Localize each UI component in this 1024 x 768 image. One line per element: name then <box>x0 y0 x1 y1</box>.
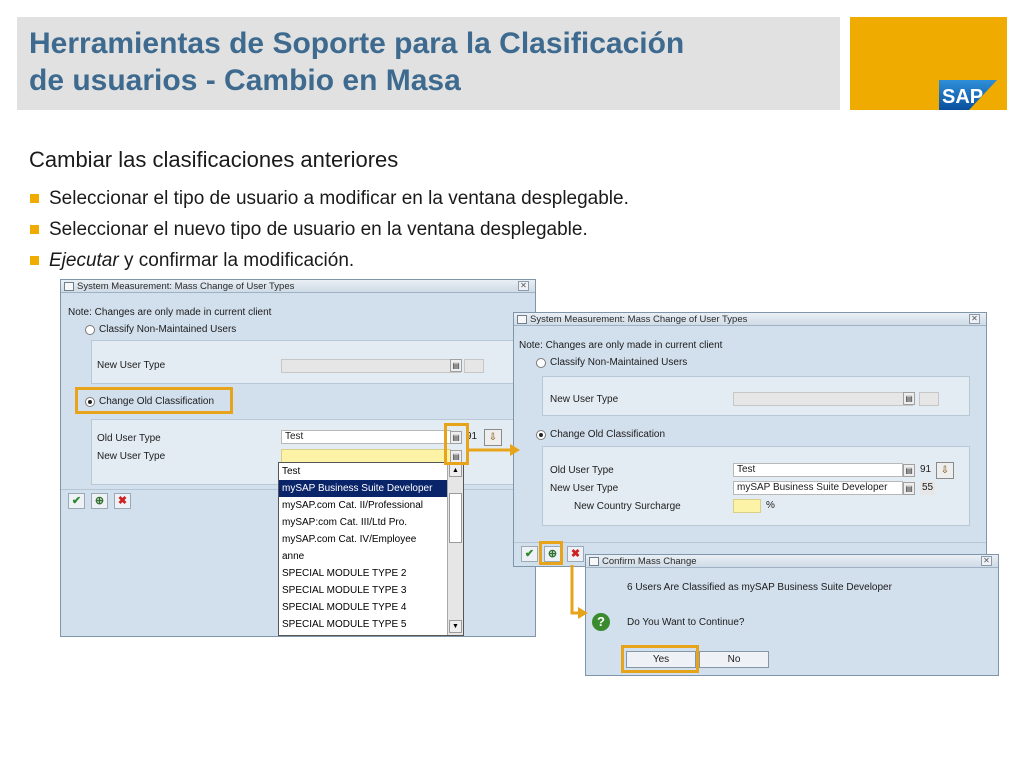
user-type-dropdown[interactable]: Test mySAP Business Suite Developer mySAP.… <box>278 462 464 636</box>
picker-icon[interactable]: ⇩ <box>936 462 954 479</box>
window-icon <box>64 282 74 291</box>
close-icon[interactable]: ✕ <box>518 281 529 291</box>
page-title-line-1: Herramientas de Soporte para la Clasific… <box>29 27 685 60</box>
confirm-message: 6 Users Are Classified as mySAP Business… <box>627 582 892 593</box>
non-maintained-group: New User Type ▤ <box>91 340 531 384</box>
close-icon[interactable]: ✕ <box>981 556 992 566</box>
title-banner: Herramientas de Soporte para la Clasific… <box>17 17 840 110</box>
radio-label: Change Old Classification <box>99 396 215 407</box>
f4-help-icon[interactable]: ▤ <box>903 482 915 495</box>
new-user-type-label: New User Type <box>97 360 166 371</box>
f4-help-icon[interactable]: ▤ <box>450 431 462 444</box>
picker-icon[interactable]: ⇩ <box>484 429 502 446</box>
change-old-group: Old User Type Test ▤ 91 ⇩ New User Type … <box>542 446 970 526</box>
ok-icon[interactable]: ✔ <box>521 546 538 562</box>
new-user-type-input[interactable]: mySAP Business Suite Developer <box>733 481 903 495</box>
intro-heading: Cambiar las clasificaciones anteriores <box>29 147 399 172</box>
bullet-item: Seleccionar el tipo de usuario a modific… <box>29 183 629 214</box>
country-surcharge-label: New Country Surcharge <box>574 501 681 512</box>
radio-classify-non-maintained[interactable]: Classify Non-Maintained Users <box>536 357 687 368</box>
scroll-up-icon[interactable]: ▲ <box>449 464 462 477</box>
close-icon[interactable]: ✕ <box>969 314 980 324</box>
scroll-down-icon[interactable]: ▼ <box>449 620 462 633</box>
sap-logo-text: SAP <box>942 86 983 108</box>
window-icon <box>517 315 527 324</box>
f4-help-icon[interactable]: ▤ <box>903 464 915 477</box>
new-user-type-label: New User Type <box>550 394 619 405</box>
window-title: System Measurement: Mass Change of User … <box>530 314 748 325</box>
confirm-question: Do You Want to Continue? <box>627 617 745 628</box>
radio-button[interactable] <box>536 357 546 368</box>
old-user-type-input[interactable]: Test <box>281 430 451 444</box>
cancel-icon[interactable]: ✖ <box>114 493 131 509</box>
yes-button[interactable]: Yes <box>626 651 696 668</box>
radio-button-checked[interactable] <box>85 396 95 407</box>
page-title: Herramientas de Soporte para la Clasific… <box>29 25 829 99</box>
mass-change-window-right: System Measurement: Mass Change of User … <box>513 312 987 567</box>
sap-brand-bar: SAP <box>850 17 1007 110</box>
ok-icon[interactable]: ✔ <box>68 493 85 509</box>
old-user-type-label: Old User Type <box>550 465 614 476</box>
new-user-type-label: New User Type <box>550 483 619 494</box>
radio-change-old-classification[interactable]: Change Old Classification <box>85 396 214 407</box>
dropdown-option[interactable]: SPECIAL MODULE TYPE 4 <box>279 599 447 616</box>
radio-label: Change Old Classification <box>550 429 666 440</box>
new-user-type-count: 55 <box>920 481 936 495</box>
confirm-mass-change-dialog: Confirm Mass Change ✕ 6 Users Are Classi… <box>585 554 999 676</box>
bullet-list: Seleccionar el tipo de usuario a modific… <box>29 183 629 276</box>
bullet-rest: y confirmar la modificación. <box>118 250 355 271</box>
dropdown-option[interactable]: mySAP Business Suite Developer <box>279 480 447 497</box>
old-user-type-label: Old User Type <box>97 433 161 444</box>
dialog-title: Confirm Mass Change <box>602 556 697 567</box>
country-surcharge-input[interactable] <box>733 499 761 513</box>
cancel-icon[interactable]: ✖ <box>567 546 584 562</box>
sap-logo: SAP <box>939 80 997 110</box>
radio-label: Classify Non-Maintained Users <box>550 357 688 368</box>
execute-icon[interactable]: ⊕ <box>544 546 561 562</box>
window-icon <box>589 557 599 566</box>
question-icon: ? <box>592 613 610 631</box>
scroll-thumb[interactable] <box>449 493 462 543</box>
new-user-type-field-disabled <box>281 359 461 373</box>
dropdown-option[interactable]: Test <box>279 463 447 480</box>
dropdown-scrollbar[interactable]: ▲ ▼ <box>447 463 463 635</box>
f4-help-icon: ▤ <box>903 392 915 405</box>
new-user-type-label: New User Type <box>97 451 166 462</box>
dropdown-option[interactable]: anne <box>279 548 447 565</box>
radio-label: Classify Non-Maintained Users <box>99 324 237 335</box>
radio-change-old-classification[interactable]: Change Old Classification <box>536 429 665 440</box>
execute-term: Ejecutar <box>49 250 119 271</box>
dropdown-option[interactable]: SPECIAL MODULE TYPE 2 <box>279 565 447 582</box>
old-user-type-count: 91 <box>920 464 932 475</box>
dropdown-option[interactable]: mySAP.com Cat. II/Professional <box>279 497 447 514</box>
old-user-type-input[interactable]: Test <box>733 463 903 477</box>
radio-button-checked[interactable] <box>536 429 546 440</box>
new-user-type-field-disabled <box>733 392 913 406</box>
window-titlebar: System Measurement: Mass Change of User … <box>514 313 986 326</box>
dialog-titlebar: Confirm Mass Change ✕ <box>586 555 998 568</box>
surcharge-unit: % <box>766 500 775 511</box>
new-user-type-input[interactable] <box>281 449 451 463</box>
bullet-item: Ejecutar y confirmar la modificación. <box>29 245 629 276</box>
bullet-item: Seleccionar el nuevo tipo de usuario en … <box>29 214 629 245</box>
window-titlebar: System Measurement: Mass Change of User … <box>61 280 535 293</box>
window-title: System Measurement: Mass Change of User … <box>77 281 295 292</box>
no-button[interactable]: No <box>699 651 769 668</box>
client-note: Note: Changes are only made in current c… <box>519 340 723 351</box>
client-note: Note: Changes are only made in current c… <box>68 307 272 318</box>
dropdown-option[interactable]: SPECIAL MODULE TYPE 3 <box>279 582 447 599</box>
radio-button[interactable] <box>85 324 95 335</box>
count-field-disabled <box>464 359 484 373</box>
old-user-type-count: 91 <box>466 431 478 442</box>
dropdown-option[interactable]: SPECIAL MODULE TYPE 5 <box>279 616 447 633</box>
non-maintained-group: New User Type ▤ <box>542 376 970 416</box>
page-title-line-2: de usuarios - Cambio en Masa <box>29 64 461 97</box>
dropdown-option[interactable]: mySAP.com Cat. IV/Employee <box>279 531 447 548</box>
execute-icon[interactable]: ⊕ <box>91 493 108 509</box>
dropdown-option[interactable]: mySAP:com Cat. III/Ltd Pro. <box>279 514 447 531</box>
radio-classify-non-maintained[interactable]: Classify Non-Maintained Users <box>85 324 236 335</box>
count-field-disabled <box>919 392 939 406</box>
f4-help-icon: ▤ <box>450 359 462 372</box>
